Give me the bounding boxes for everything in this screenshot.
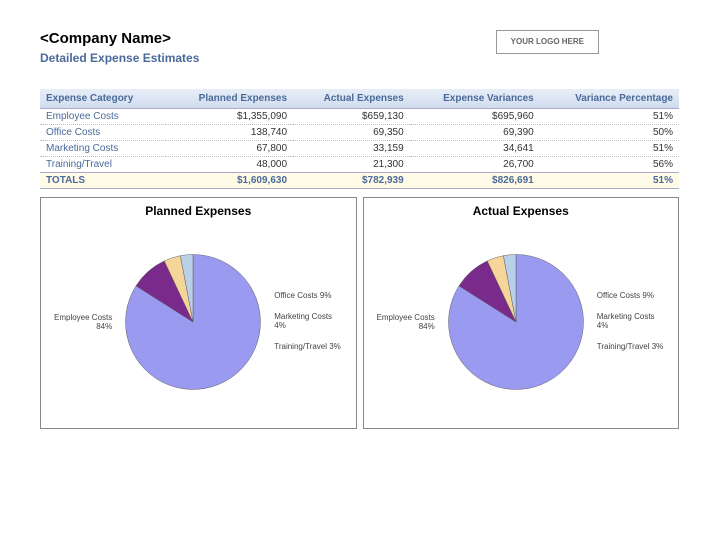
cell-actual: 69,350 <box>293 125 410 141</box>
chart-actual-right-labels: Office Costs 9% Marketing Costs 4% Train… <box>597 292 667 351</box>
totals-row: TOTALS$1,609,630$782,939$826,69151% <box>40 173 679 189</box>
cell-actual: $659,130 <box>293 109 410 125</box>
label: Marketing Costs 4% <box>597 313 667 331</box>
col-category: Expense Category <box>40 89 166 109</box>
cell-planned: 48,000 <box>166 157 293 173</box>
col-pct: Variance Percentage <box>540 89 679 109</box>
charts-row: Planned Expenses Employee Costs 84% Offi… <box>40 197 679 429</box>
pie-planned <box>118 247 268 397</box>
company-name: <Company Name> <box>40 30 199 47</box>
label: Office Costs 9% <box>274 292 344 301</box>
total-planned: $1,609,630 <box>166 173 293 189</box>
table-row: Training/Travel48,00021,30026,70056% <box>40 157 679 173</box>
cell-pct: 51% <box>540 109 679 125</box>
cell-pct: 50% <box>540 125 679 141</box>
label: Training/Travel 3% <box>274 343 344 352</box>
cell-category: Training/Travel <box>40 157 166 173</box>
chart-actual-left-label: Employee Costs 84% <box>375 313 435 331</box>
label: Marketing Costs 4% <box>274 313 344 331</box>
total-variance: $826,691 <box>410 173 540 189</box>
cell-pct: 56% <box>540 157 679 173</box>
pie-actual <box>441 247 591 397</box>
header-text-block: <Company Name> Detailed Expense Estimate… <box>40 30 199 65</box>
label: Office Costs 9% <box>597 292 667 301</box>
total-category: TOTALS <box>40 173 166 189</box>
cell-category: Employee Costs <box>40 109 166 125</box>
logo-placeholder: YOUR LOGO HERE <box>496 30 599 54</box>
expense-table: Expense Category Planned Expenses Actual… <box>40 89 679 189</box>
chart-planned: Planned Expenses Employee Costs 84% Offi… <box>40 197 357 429</box>
cell-variance: 69,390 <box>410 125 540 141</box>
chart-actual: Actual Expenses Employee Costs 84% Offic… <box>363 197 680 429</box>
chart-planned-body: Employee Costs 84% Office Costs 9% Marke… <box>47 222 350 422</box>
cell-planned: 67,800 <box>166 141 293 157</box>
table-row: Marketing Costs67,80033,15934,64151% <box>40 141 679 157</box>
col-planned: Planned Expenses <box>166 89 293 109</box>
cell-actual: 21,300 <box>293 157 410 173</box>
cell-variance: 26,700 <box>410 157 540 173</box>
chart-planned-title: Planned Expenses <box>47 204 350 218</box>
subtitle: Detailed Expense Estimates <box>40 51 199 65</box>
chart-planned-right-labels: Office Costs 9% Marketing Costs 4% Train… <box>274 292 344 351</box>
chart-actual-title: Actual Expenses <box>370 204 673 218</box>
table-header-row: Expense Category Planned Expenses Actual… <box>40 89 679 109</box>
cell-category: Marketing Costs <box>40 141 166 157</box>
cell-variance: 34,641 <box>410 141 540 157</box>
header-row: <Company Name> Detailed Expense Estimate… <box>40 30 679 65</box>
total-actual: $782,939 <box>293 173 410 189</box>
cell-planned: $1,355,090 <box>166 109 293 125</box>
total-pct: 51% <box>540 173 679 189</box>
col-actual: Actual Expenses <box>293 89 410 109</box>
cell-planned: 138,740 <box>166 125 293 141</box>
cell-variance: $695,960 <box>410 109 540 125</box>
label: Training/Travel 3% <box>597 343 667 352</box>
cell-category: Office Costs <box>40 125 166 141</box>
table-row: Employee Costs$1,355,090$659,130$695,960… <box>40 109 679 125</box>
table-row: Office Costs138,74069,35069,39050% <box>40 125 679 141</box>
cell-actual: 33,159 <box>293 141 410 157</box>
chart-planned-left-label: Employee Costs 84% <box>52 313 112 331</box>
chart-actual-body: Employee Costs 84% Office Costs 9% Marke… <box>370 222 673 422</box>
col-variance: Expense Variances <box>410 89 540 109</box>
cell-pct: 51% <box>540 141 679 157</box>
